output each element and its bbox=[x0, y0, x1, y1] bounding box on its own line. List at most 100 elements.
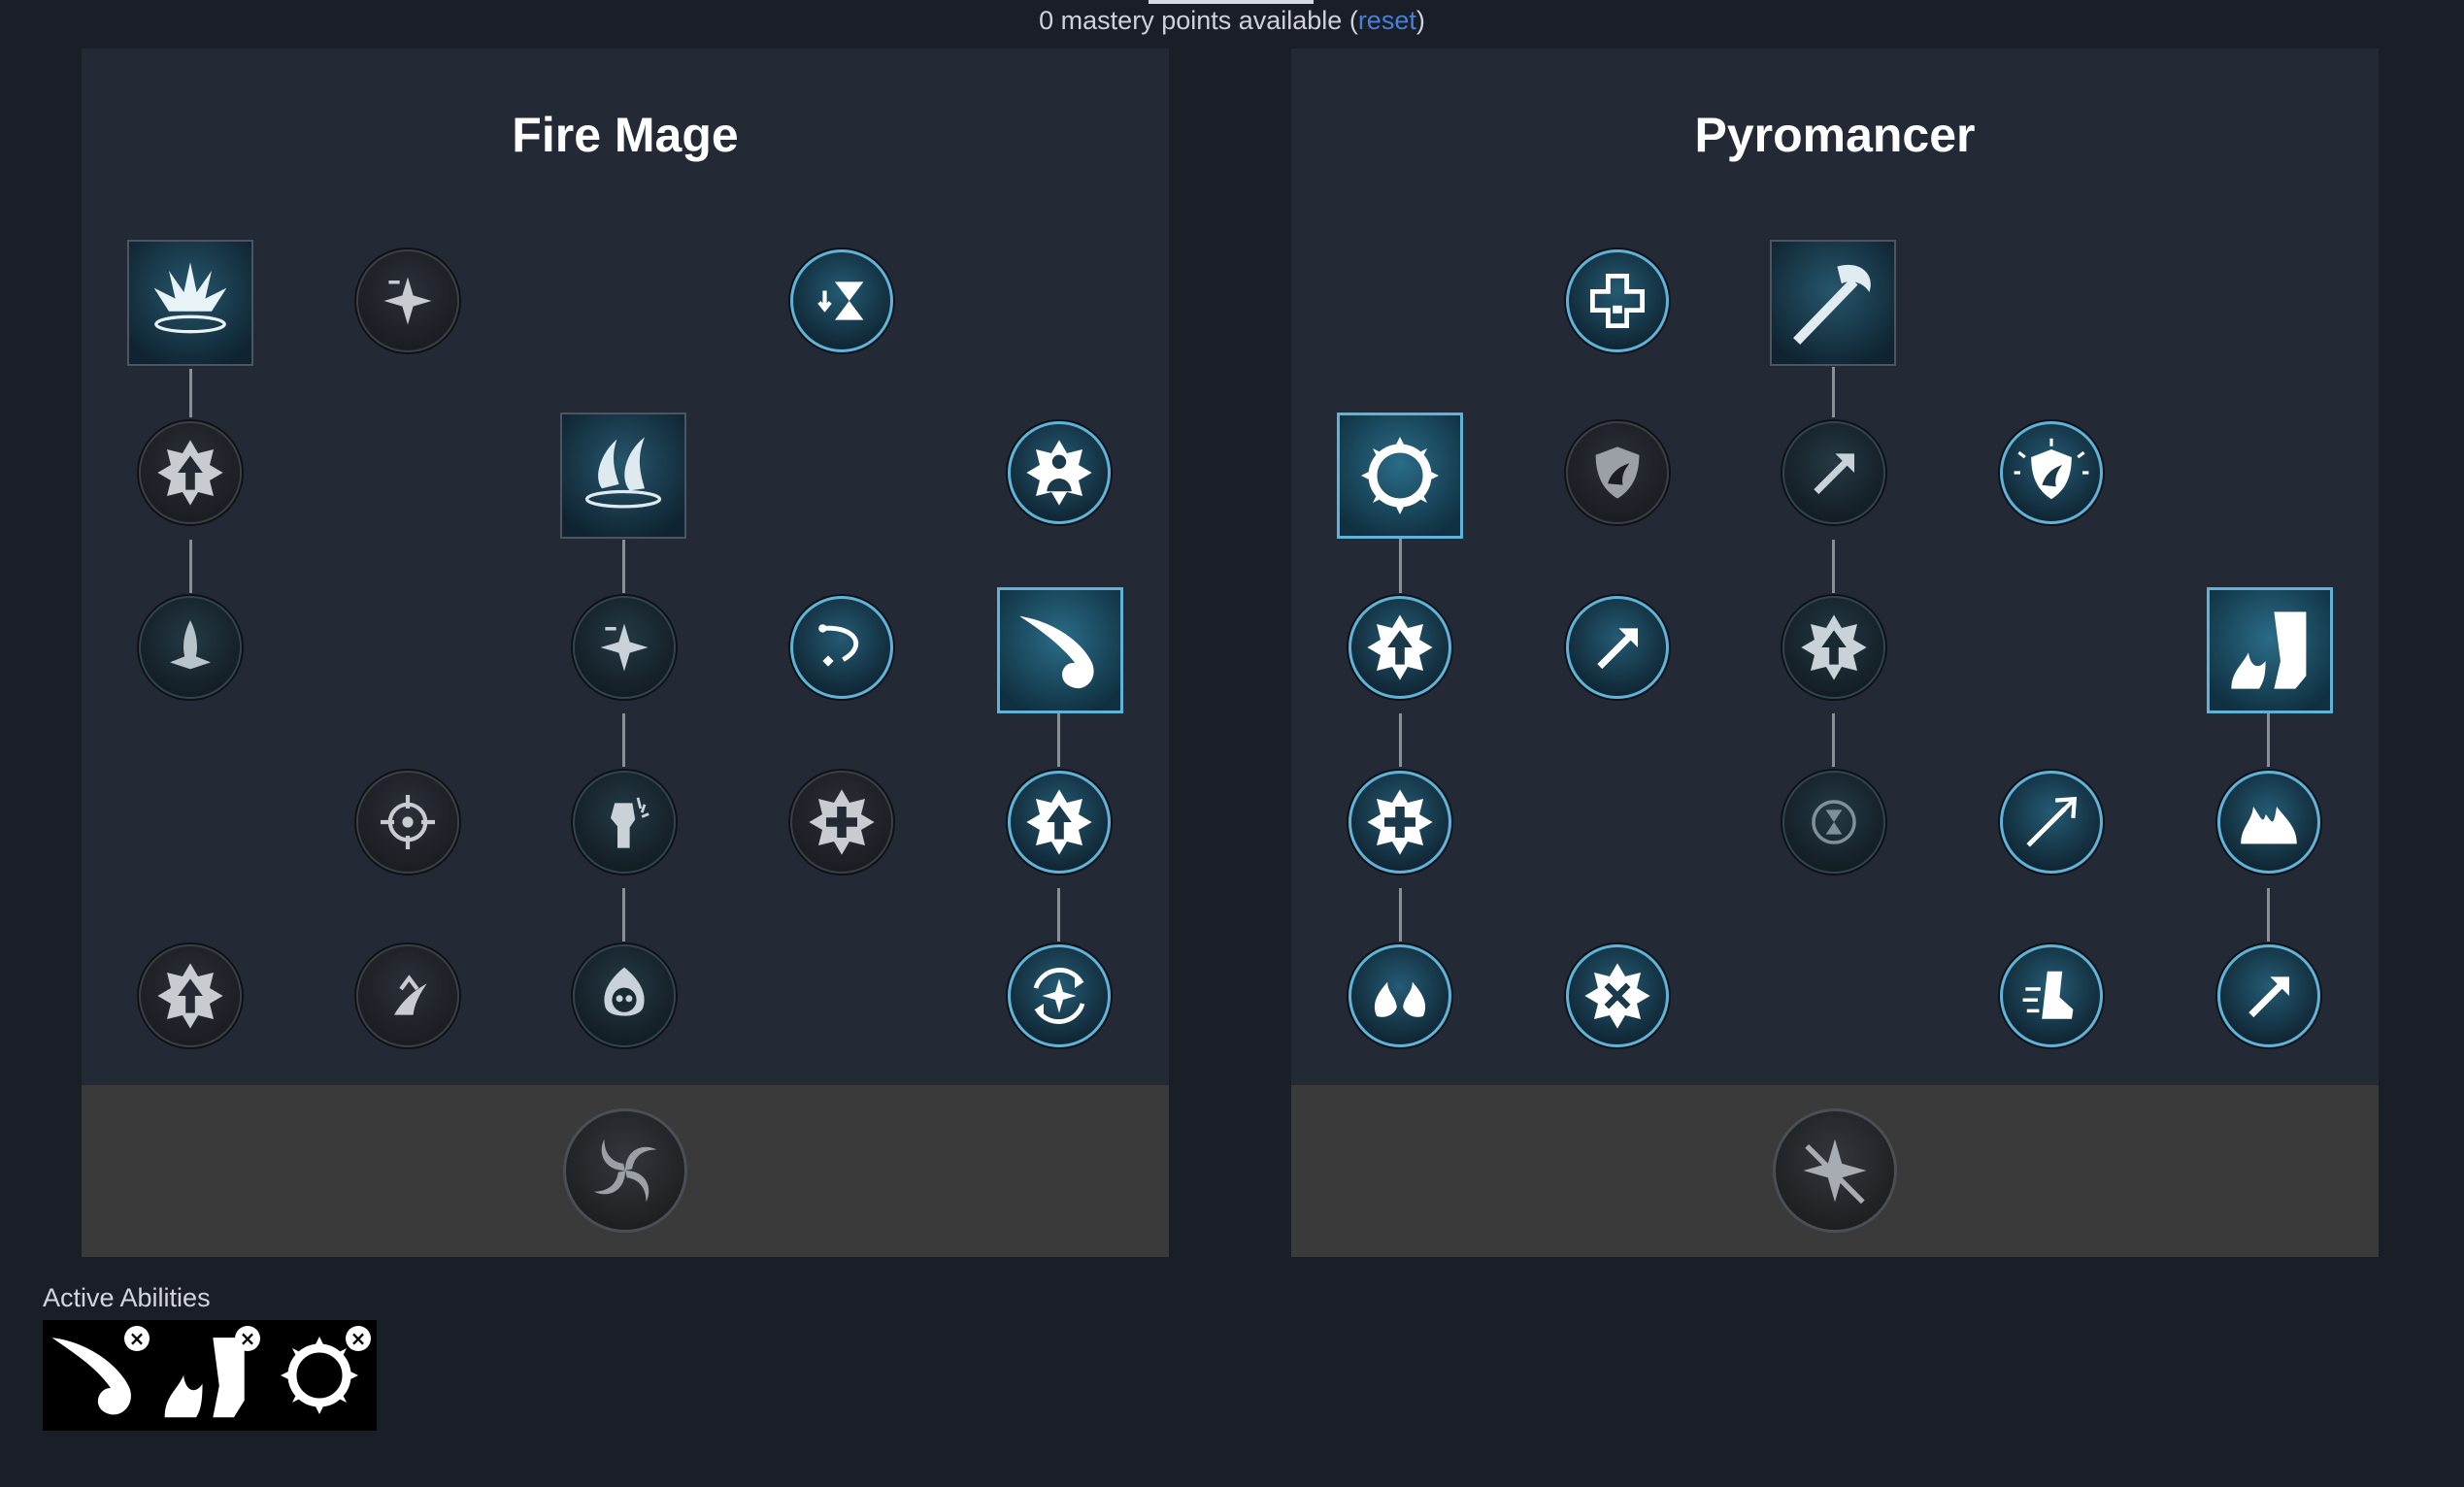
active-abilities-bar: × × × bbox=[43, 1320, 377, 1431]
cross-star-node[interactable] bbox=[790, 771, 893, 874]
connector bbox=[1832, 713, 1835, 767]
connector bbox=[1057, 888, 1060, 942]
arrow-up-star-icon bbox=[1367, 614, 1433, 680]
active-abilities-label: Active Abilities bbox=[43, 1283, 211, 1312]
fire-pillar-node[interactable] bbox=[139, 596, 242, 699]
sun-shield-icon bbox=[2014, 438, 2089, 500]
burning-figure-icon bbox=[1026, 440, 1092, 506]
remove-ability-button[interactable]: × bbox=[346, 1326, 371, 1351]
flame-shield-icon bbox=[1595, 446, 1640, 499]
pyromancer-tree: Pyromancer bbox=[1291, 49, 2379, 1257]
fire-ring-node[interactable] bbox=[1337, 413, 1463, 539]
twin-flames-icon bbox=[1374, 981, 1426, 1017]
arrow-diagonal-icon bbox=[1597, 628, 1638, 670]
comet-swirl-node[interactable] bbox=[790, 596, 893, 699]
active-ability-meteor[interactable]: × bbox=[43, 1320, 153, 1431]
burst-star-node[interactable] bbox=[1566, 944, 1669, 1047]
flame-shield-node[interactable] bbox=[1566, 421, 1669, 524]
remove-ability-button[interactable]: × bbox=[235, 1326, 260, 1351]
slash-star-capstone-node[interactable] bbox=[1773, 1108, 1897, 1233]
burning-skull-node[interactable] bbox=[573, 944, 676, 1047]
slash-star-icon bbox=[1803, 1139, 1867, 1205]
flames-icon bbox=[2241, 807, 2297, 844]
tree-title-fire-mage: Fire Mage bbox=[512, 108, 739, 162]
connector bbox=[189, 369, 192, 417]
remove-ability-button[interactable]: × bbox=[124, 1326, 150, 1351]
active-ability-flame-boot[interactable]: × bbox=[153, 1320, 264, 1431]
hourglass-node[interactable] bbox=[1782, 771, 1885, 874]
minus-star-node-2[interactable] bbox=[573, 596, 676, 699]
fireballs-node[interactable] bbox=[560, 413, 686, 539]
flame-burst-icon bbox=[153, 262, 227, 334]
mastery-page: 0 mastery points available (reset) Fire … bbox=[0, 0, 2464, 1487]
burning-figure-node[interactable] bbox=[1008, 421, 1111, 524]
connector bbox=[622, 540, 625, 593]
arrow-up-star-node-4[interactable] bbox=[1349, 596, 1451, 699]
flame-boot-node[interactable] bbox=[2207, 587, 2333, 713]
connector bbox=[2267, 713, 2270, 767]
arrow-up-star-icon bbox=[157, 440, 223, 506]
arrow-up-star-node-5[interactable] bbox=[1782, 596, 1885, 699]
connector bbox=[1057, 713, 1060, 767]
cycle-star-node[interactable] bbox=[1008, 944, 1111, 1047]
hourglass-down-node[interactable] bbox=[790, 249, 893, 352]
fire-staff-node[interactable] bbox=[1770, 240, 1896, 366]
flame-boot-icon bbox=[2231, 611, 2307, 689]
running-boot-icon bbox=[2022, 971, 2074, 1019]
flames-node[interactable] bbox=[2217, 771, 2320, 874]
flame-burst-node[interactable] bbox=[127, 240, 253, 366]
cross-star-node-2[interactable] bbox=[1349, 771, 1451, 874]
arrow-up-star-icon bbox=[1026, 789, 1092, 855]
fire-ring-icon bbox=[1361, 437, 1439, 514]
connector bbox=[622, 713, 625, 767]
burst-star-icon bbox=[1584, 963, 1650, 1029]
minus-star-icon bbox=[600, 623, 649, 672]
arrow-diagonal-node-3[interactable] bbox=[2217, 944, 2320, 1047]
running-boot-node[interactable] bbox=[2000, 944, 2103, 1047]
fire-pillar-icon bbox=[170, 620, 211, 670]
arrow-up-star-node-3[interactable] bbox=[139, 944, 242, 1047]
target-icon bbox=[381, 795, 435, 849]
top-tab-indicator bbox=[1149, 0, 1314, 4]
tree-title-pyromancer: Pyromancer bbox=[1694, 108, 1976, 162]
fireballs-icon bbox=[584, 437, 662, 509]
connector bbox=[1832, 367, 1835, 417]
connector bbox=[1399, 539, 1402, 593]
arrow-up-star-node-2[interactable] bbox=[1008, 771, 1111, 874]
cross-star-icon bbox=[1367, 789, 1433, 855]
connector bbox=[1399, 713, 1402, 767]
minus-star-icon bbox=[383, 277, 432, 325]
active-ability-fire-ring[interactable]: × bbox=[264, 1320, 375, 1431]
connector bbox=[1832, 540, 1835, 593]
mastery-points-text: 0 mastery points available ( bbox=[1039, 6, 1358, 35]
arrow-up-star-icon bbox=[157, 963, 223, 1029]
reset-link[interactable]: reset bbox=[1358, 6, 1416, 35]
arrow-diagonal-node[interactable] bbox=[1782, 421, 1885, 524]
chevron-flame-node[interactable] bbox=[356, 944, 459, 1047]
cross-star-icon bbox=[809, 789, 875, 855]
vortex-capstone-node[interactable] bbox=[563, 1108, 687, 1233]
chevron-flame-icon bbox=[394, 975, 427, 1015]
arrow-diagonal-icon bbox=[1814, 453, 1854, 495]
connector bbox=[2267, 888, 2270, 942]
comet-swirl-icon bbox=[818, 624, 859, 667]
mastery-points-status: 0 mastery points available (reset) bbox=[0, 6, 2464, 36]
hourglass-down-icon bbox=[817, 281, 864, 320]
cycle-star-icon bbox=[1033, 968, 1085, 1024]
raised-fist-node[interactable] bbox=[573, 771, 676, 874]
arrow-diagonal-node-2[interactable] bbox=[1566, 596, 1669, 699]
arrow-up-star-node[interactable] bbox=[139, 421, 242, 524]
twin-flames-node[interactable] bbox=[1349, 944, 1451, 1047]
healing-cross-icon bbox=[1590, 274, 1645, 328]
connector bbox=[622, 888, 625, 942]
minus-star-node[interactable] bbox=[356, 249, 459, 352]
fire-mage-tree: Fire Mage bbox=[82, 49, 1169, 1257]
target-node[interactable] bbox=[356, 771, 459, 874]
healing-cross-node[interactable] bbox=[1566, 249, 1669, 352]
sun-shield-node[interactable] bbox=[2000, 421, 2103, 524]
fire-staff-icon bbox=[1793, 264, 1871, 346]
meteor-node[interactable] bbox=[997, 587, 1123, 713]
tree-footer bbox=[1291, 1085, 2379, 1257]
connector bbox=[189, 540, 192, 593]
fire-trident-node[interactable] bbox=[2000, 771, 2103, 874]
